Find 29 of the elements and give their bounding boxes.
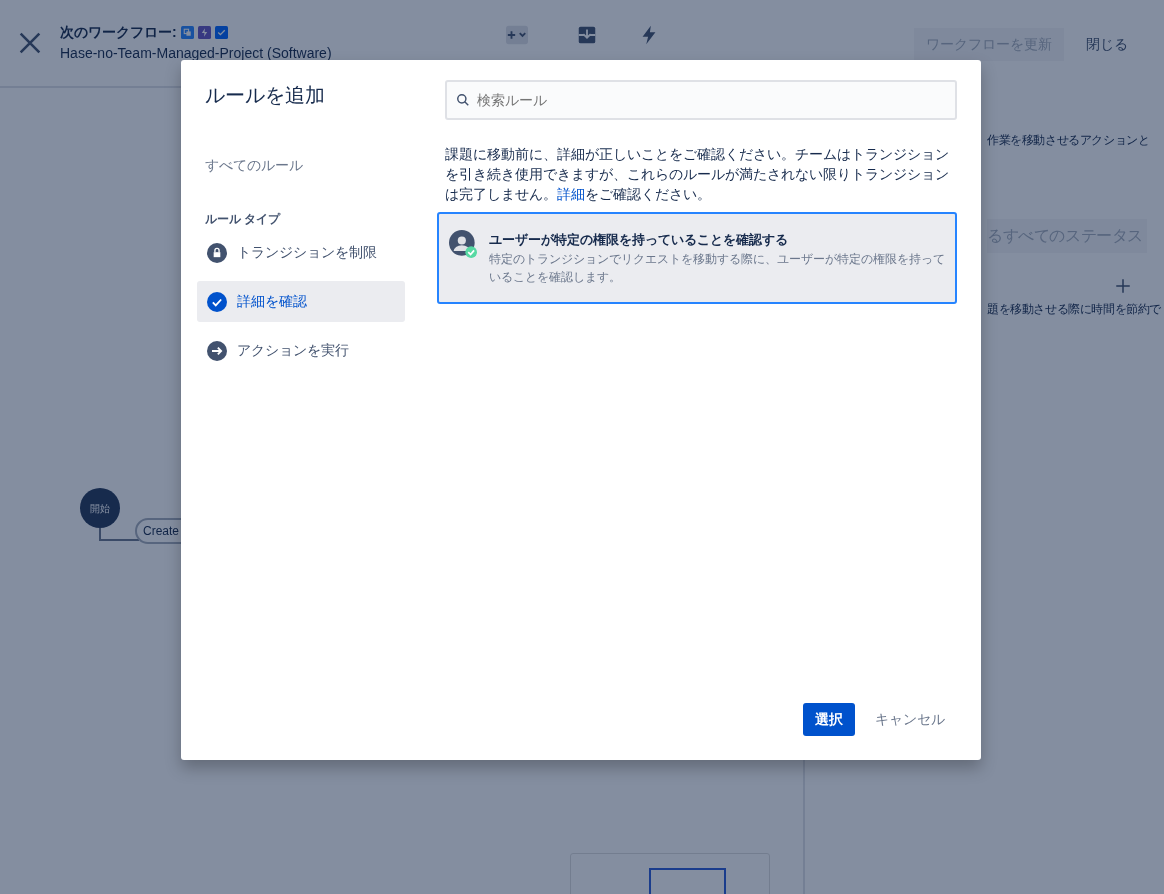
panel-text: 題を移動させる際に時間を節約で	[987, 302, 1162, 318]
lock-icon	[207, 242, 227, 263]
modal-title: ルールを追加	[205, 83, 326, 107]
description-text: 課題に移動前に、詳細が正しいことをご確認ください。チームはトランジションを引き続き使用できますが、これらのルールが満たされない限りトランジションは完了しません。詳細をご確認ください。	[445, 145, 950, 204]
section-heading: ルール タイプ	[205, 211, 282, 228]
search-icon	[456, 93, 470, 107]
panel-text: 作業を移動させるアクションと	[987, 133, 1151, 148]
connector-line	[99, 528, 139, 542]
rule-type-item[interactable]: アクションを実行	[197, 330, 405, 371]
rule-type-item[interactable]: トランジションを制限	[197, 232, 405, 273]
checkmark-icon	[207, 291, 227, 312]
start-node[interactable]: 開始	[80, 488, 120, 528]
all-rules-link[interactable]: すべてのルール	[205, 155, 405, 176]
rule-type-item[interactable]: 詳細を確認	[197, 281, 405, 322]
project-name: Hase-no-Team-Managed-Project (Software)	[60, 44, 332, 63]
lightning-icon	[197, 26, 211, 39]
close-button[interactable]: 閉じる	[1074, 28, 1140, 61]
rule-title: ユーザーが特定の権限を持っていることを確認する	[489, 231, 789, 249]
details-link[interactable]: 詳細	[557, 186, 585, 202]
plus-icon[interactable]	[1114, 277, 1132, 296]
search-field[interactable]: 検索ルール	[445, 80, 957, 120]
rule-description: 特定のトランジションでリクエストを移動する際に、ユーザーが特定の権限を持っていることを確認します。	[489, 250, 945, 286]
cancel-button[interactable]: キャンセル	[863, 703, 957, 736]
workflow-title: 次のワークフロー:	[60, 23, 177, 42]
checkmark-icon	[214, 26, 228, 39]
select-button[interactable]: 選択	[803, 703, 855, 736]
user-check-icon	[449, 230, 477, 258]
rule-card[interactable]: ユーザーが特定の権限を持っていることを確認する 特定のトランジションでリクエストを移動する際に、ユーザーが特定の権限を持っていることを確認します。	[437, 212, 957, 304]
squares-icon	[180, 26, 194, 39]
